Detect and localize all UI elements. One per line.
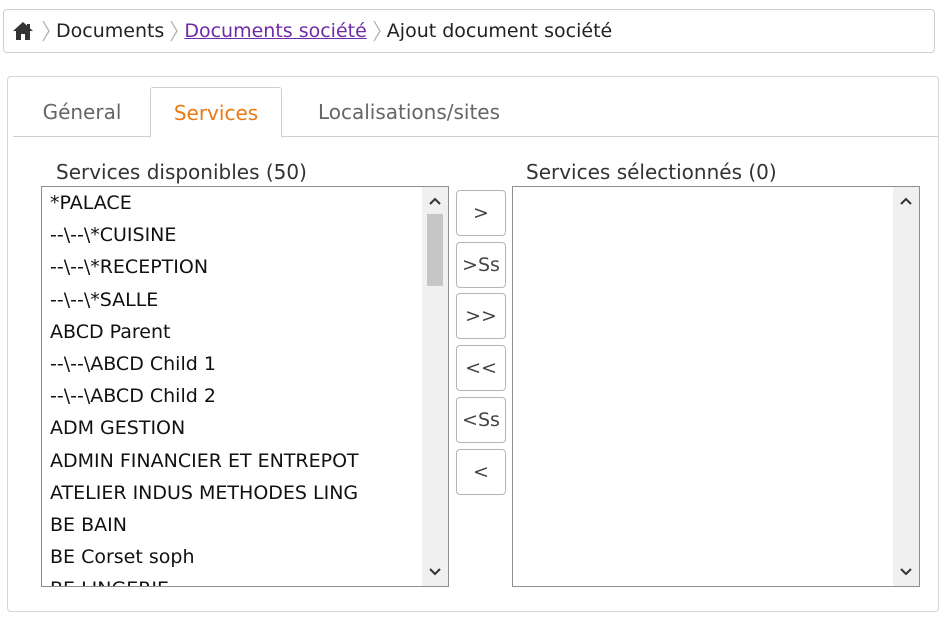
scrollbar-thumb[interactable] <box>427 214 443 286</box>
available-service-item[interactable]: *PALACE <box>42 187 422 219</box>
breadcrumb-current-page: Ajout document société <box>386 20 613 42</box>
add-all-button[interactable]: >> <box>456 293 506 339</box>
available-service-item[interactable]: ADMIN FINANCIER ET ENTREPOT <box>42 445 422 477</box>
remove-selected-button[interactable]: < <box>456 449 506 495</box>
available-service-item[interactable]: ABCD Parent <box>42 316 422 348</box>
tab-localisations-sites[interactable]: Localisations/sites <box>303 87 515 137</box>
form-panel: Géneral Services Localisations/sites Ser… <box>7 76 939 612</box>
scroll-up-icon[interactable] <box>893 189 919 213</box>
selected-scrollbar[interactable] <box>893 187 919 586</box>
chevron-right-icon <box>369 19 385 43</box>
chevron-right-icon <box>166 19 182 43</box>
add-with-subservices-button[interactable]: >Ss <box>456 242 506 288</box>
breadcrumb-documents-societe-link[interactable]: Documents société <box>184 20 366 42</box>
available-service-item[interactable]: --\--\ABCD Child 1 <box>42 348 422 380</box>
scroll-down-icon[interactable] <box>893 560 919 584</box>
tab-services[interactable]: Services <box>150 87 282 138</box>
available-scrollbar[interactable] <box>422 187 448 586</box>
breadcrumb-documents: Documents <box>56 20 165 42</box>
available-service-item[interactable]: BE Corset soph <box>42 541 422 573</box>
selected-services-items <box>513 187 893 586</box>
tab-bar: Géneral Services Localisations/sites <box>13 87 938 138</box>
available-service-item[interactable]: --\--\*RECEPTION <box>42 251 422 283</box>
selected-services-list[interactable] <box>512 186 920 587</box>
tab-general[interactable]: Géneral <box>27 87 137 137</box>
available-service-item[interactable]: ADM GESTION <box>42 412 422 444</box>
scroll-up-icon[interactable] <box>422 189 448 213</box>
scroll-down-icon[interactable] <box>422 560 448 584</box>
available-services-title: Services disponibles (50) <box>56 160 307 184</box>
chevron-right-icon <box>38 19 54 43</box>
available-service-item[interactable]: BE BAIN <box>42 509 422 541</box>
available-service-item[interactable]: --\--\ABCD Child 2 <box>42 380 422 412</box>
available-service-item[interactable]: ATELIER INDUS METHODES LING <box>42 477 422 509</box>
available-service-item[interactable]: --\--\*CUISINE <box>42 219 422 251</box>
home-icon[interactable] <box>12 19 36 43</box>
available-services-list[interactable]: *PALACE --\--\*CUISINE --\--\*RECEPTION --\… <box>41 186 449 587</box>
breadcrumb: Documents Documents société Ajout docume… <box>3 9 935 53</box>
available-service-item[interactable]: BE LINGERIE <box>42 573 422 586</box>
available-service-item[interactable]: --\--\*SALLE <box>42 284 422 316</box>
available-services-items: *PALACE --\--\*CUISINE --\--\*RECEPTION --\… <box>42 187 422 586</box>
remove-with-subservices-button[interactable]: <Ss <box>456 397 506 443</box>
remove-all-button[interactable]: << <box>456 345 506 391</box>
add-selected-button[interactable]: > <box>456 190 506 236</box>
selected-services-title: Services sélectionnés (0) <box>526 160 777 184</box>
